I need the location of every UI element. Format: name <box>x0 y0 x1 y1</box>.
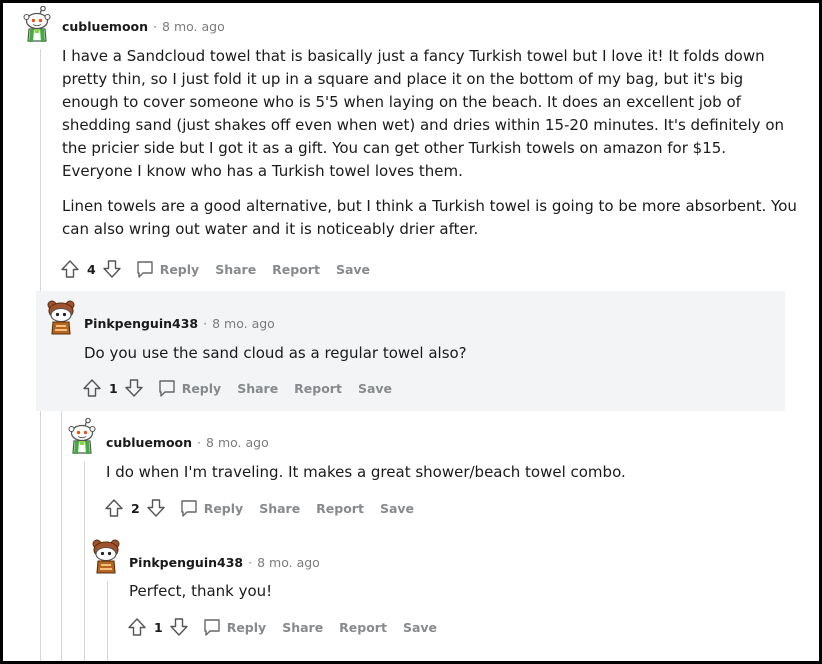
downvote-icon <box>125 379 143 397</box>
downvote-icon <box>170 618 188 636</box>
comment-bubble-icon <box>159 380 175 397</box>
downvote-button[interactable] <box>145 497 167 519</box>
share-button[interactable]: Share <box>259 501 300 516</box>
thread-line[interactable] <box>107 581 108 661</box>
reply-button[interactable]: Reply <box>135 259 199 279</box>
timestamp[interactable]: 8 mo. ago <box>212 316 275 331</box>
save-button[interactable]: Save <box>336 262 370 277</box>
comment-paragraph: Do you use the sand cloud as a regular t… <box>84 344 467 362</box>
upvote-button[interactable] <box>59 258 81 280</box>
avatar[interactable] <box>89 538 123 576</box>
comment-paragraph: I do when I'm traveling. It makes a grea… <box>106 463 626 481</box>
reply-button[interactable]: Reply <box>179 498 243 518</box>
username[interactable]: cubluemoon <box>106 435 192 450</box>
reply-label: Reply <box>159 261 200 277</box>
meta-separator: · <box>203 316 208 331</box>
timestamp[interactable]: 8 mo. ago <box>206 435 269 450</box>
comment-body: Do you use the sand cloud as a regular t… <box>84 342 774 365</box>
comment-meta: Pinkpenguin438 · 8 mo. ago <box>129 553 320 573</box>
comment-actions: 1 Reply Share Report Save <box>81 375 392 401</box>
upvote-button[interactable] <box>103 497 125 519</box>
meta-separator: · <box>153 19 158 34</box>
avatar[interactable] <box>20 5 54 44</box>
avatar[interactable] <box>65 417 99 456</box>
report-button[interactable]: Report <box>272 262 320 277</box>
comment-paragraph: Linen towels are a good alternative, but… <box>62 197 797 238</box>
comment-bubble-icon <box>204 619 220 636</box>
upvote-button[interactable] <box>126 616 148 638</box>
downvote-button[interactable] <box>168 616 190 638</box>
report-button[interactable]: Report <box>294 381 342 396</box>
comment-body: Perfect, thank you! <box>129 580 789 603</box>
comment-body: I have a Sandcloud towel that is basical… <box>62 45 797 241</box>
thread-line[interactable] <box>84 462 85 661</box>
comment-bubble-icon <box>137 261 153 278</box>
share-button[interactable]: Share <box>237 381 278 396</box>
snoo-avatar-brown-bear-hat-icon <box>92 539 120 574</box>
downvote-button[interactable] <box>123 377 145 399</box>
save-button[interactable]: Save <box>380 501 414 516</box>
timestamp[interactable]: 8 mo. ago <box>257 555 320 570</box>
upvote-icon <box>61 260 79 278</box>
comment-actions: 4 Reply Share Report Save <box>59 256 370 282</box>
comment-actions: 1 Reply Share Report Save <box>126 614 437 640</box>
comment-meta: cubluemoon · 8 mo. ago <box>62 17 225 37</box>
upvote-button[interactable] <box>81 377 103 399</box>
vote-count: 1 <box>109 380 118 396</box>
upvote-icon <box>105 499 123 517</box>
meta-separator: · <box>248 555 253 570</box>
reply-label: Reply <box>226 619 267 635</box>
comment-bubble-icon <box>181 500 197 517</box>
username[interactable]: Pinkpenguin438 <box>84 316 198 331</box>
reply-button[interactable]: Reply <box>202 617 266 637</box>
share-button[interactable]: Share <box>282 620 323 635</box>
avatar[interactable] <box>44 299 78 337</box>
comment-paragraph: Perfect, thank you! <box>129 582 273 600</box>
upvote-icon <box>83 379 101 397</box>
comment-meta: Pinkpenguin438 · 8 mo. ago <box>84 314 275 334</box>
snoo-avatar-green-scarf-icon <box>68 417 96 454</box>
downvote-icon <box>147 499 165 517</box>
reply-label: Reply <box>203 500 244 516</box>
comment-meta: cubluemoon · 8 mo. ago <box>106 433 269 453</box>
comment-thread: cubluemoon · 8 mo. ago I have a Sandcloud … <box>0 0 822 664</box>
username[interactable]: Pinkpenguin438 <box>129 555 243 570</box>
vote-count: 2 <box>131 500 140 516</box>
snoo-avatar-green-scarf-icon <box>23 5 51 42</box>
upvote-icon <box>128 618 146 636</box>
downvote-button[interactable] <box>101 258 123 280</box>
vote-count: 4 <box>87 261 96 277</box>
downvote-icon <box>103 260 121 278</box>
reply-button[interactable]: Reply <box>157 378 221 398</box>
comment-body: I do when I'm traveling. It makes a grea… <box>106 461 786 484</box>
comment-actions: 2 Reply Share Report Save <box>103 495 414 521</box>
save-button[interactable]: Save <box>358 381 392 396</box>
username[interactable]: cubluemoon <box>62 19 148 34</box>
meta-separator: · <box>197 435 202 450</box>
report-button[interactable]: Report <box>339 620 387 635</box>
timestamp[interactable]: 8 mo. ago <box>162 19 225 34</box>
share-button[interactable]: Share <box>215 262 256 277</box>
save-button[interactable]: Save <box>403 620 437 635</box>
report-button[interactable]: Report <box>316 501 364 516</box>
snoo-avatar-brown-bear-hat-icon <box>47 300 75 335</box>
reply-label: Reply <box>181 380 222 396</box>
vote-count: 1 <box>154 619 163 635</box>
comment-paragraph: I have a Sandcloud towel that is basical… <box>62 47 785 180</box>
